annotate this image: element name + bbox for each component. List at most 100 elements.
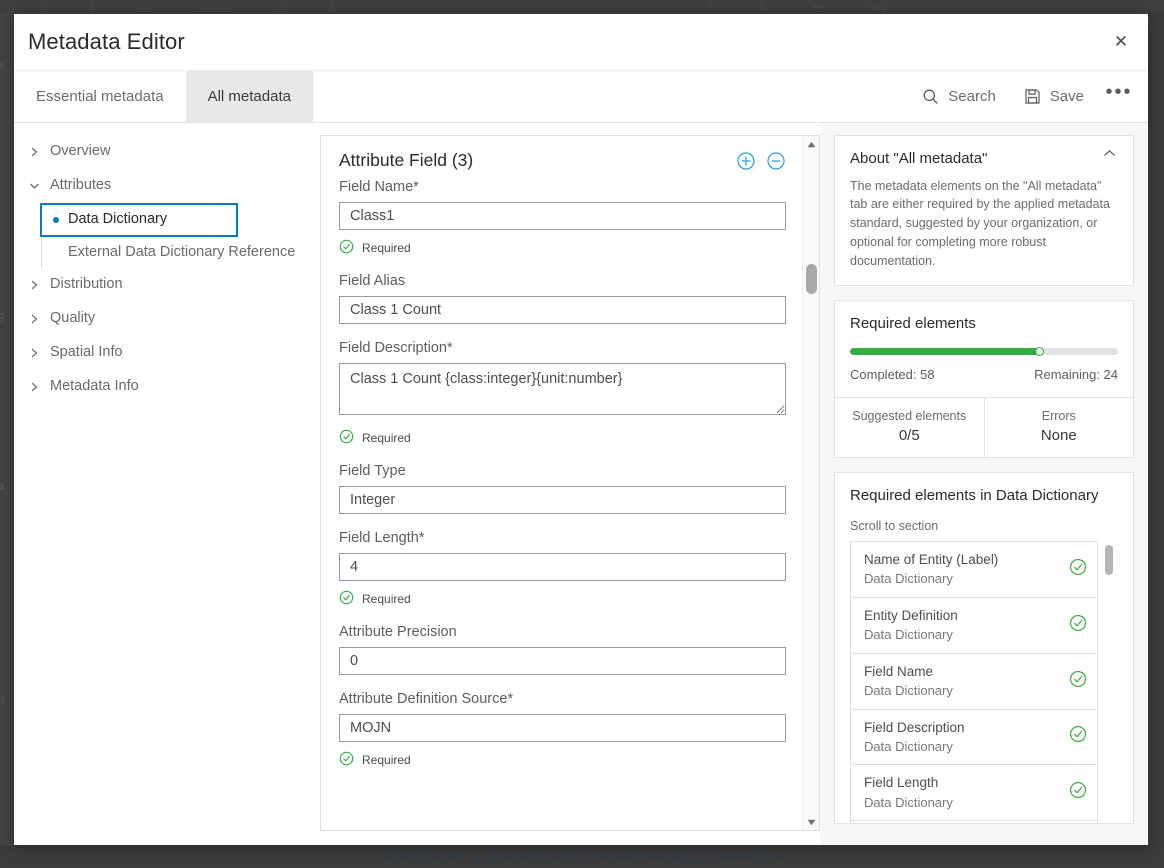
list-item-subtitle: Data Dictionary [864,683,953,698]
sidebar-item-label: Attributes [50,177,112,193]
list-item-texts: Field Name Data Dictionary [864,663,1059,700]
list-item-texts: Name of Entity (Label) Data Dictionary [864,551,1059,588]
list-item-texts: Field Length Data Dictionary [864,774,1059,811]
check-circle-icon [339,239,354,257]
stats-row: Suggested elements 0/5 Errors None [835,396,1134,457]
list-item-texts: Field Description Data Dictionary [864,719,1059,756]
circle-minus-icon[interactable] [766,151,786,171]
field-length-input[interactable] [339,553,786,581]
sidebar-item-metadata-info[interactable]: Metadata Info [14,370,310,404]
sidebar-item-data-dictionary[interactable]: Data Dictionary [40,203,238,237]
sidebar-item-label: Data Dictionary [68,211,168,227]
about-card-header: About "All metadata" [850,149,1118,169]
check-circle-icon [1069,614,1087,637]
required-status: Required [339,429,786,447]
sidebar-item-attributes[interactable]: Attributes [14,169,310,203]
sidebar-nav: Overview Attributes Data Dictionary Exte… [14,123,320,845]
field-block-attribute-precision: Attribute Precision [339,624,786,675]
sidebar-item-quality[interactable]: Quality [14,302,310,336]
required-elements-progress: Required elements Completed: 58 Remainin… [835,301,1133,397]
list-item-subtitle: Data Dictionary [864,738,953,754]
scroll-to-section-hint: Scroll to section [850,519,939,534]
form-header-actions [736,151,786,171]
ghost-item: \ [709,0,713,14]
chevron-down-icon [28,176,40,196]
required-list-scrollbar-thumb[interactable] [1105,545,1113,576]
sidebar-item-label: Quality [50,310,96,327]
footer-link-report-abuse[interactable]: Report Abuse [594,848,685,865]
progress-bar [850,346,1118,356]
required-elements-list: Name of Entity (Label) Data Dictionary E… [850,541,1098,824]
scroll-up-arrow-icon[interactable] [803,136,820,152]
check-circle-icon [339,751,354,769]
required-status: Required [339,751,786,769]
ghost-item: J [327,0,334,14]
tab-all-metadata[interactable]: All metadata [185,71,313,122]
list-item[interactable]: Field Description Data Dictionary [851,710,1097,766]
save-button[interactable]: Save [1012,81,1096,112]
list-item[interactable]: Field Length Data Dictionary [851,765,1097,822]
sidebar-item-spatial-info[interactable]: Spatial Info [14,336,310,370]
chevron-right-icon [28,275,40,295]
sidebar-item-overview[interactable]: Overview [14,135,310,169]
ghost-item: ing [870,0,887,14]
list-item[interactable]: Entity Definition Data Dictionary [851,598,1097,654]
list-item-title: Field Name [864,663,934,679]
list-item[interactable]: Name of Entity (Label) Data Dictionary [851,542,1097,599]
footer-link-contact-us[interactable]: Contact Us [708,848,782,865]
chevron-up-icon[interactable] [1101,149,1118,161]
field-label: Field Length* [339,530,425,546]
field-block-field-name: Field Name* Required [339,179,786,257]
more-options-icon[interactable]: ••• [1100,80,1138,114]
ghost-side-text: a [0,480,5,492]
attribute-definition-source-input[interactable] [339,714,786,742]
form-scrollbar[interactable] [802,136,819,830]
remaining-count: Remaining: 24 [1034,366,1118,382]
stat-errors: Errors None [983,397,1134,457]
chevron-right-icon [28,309,40,329]
sidebar-subitems-attributes: Data Dictionary External Data Dictionary… [40,203,310,269]
ghost-side-text: n [0,694,5,706]
check-circle-icon [339,429,354,447]
list-item[interactable]: Field Name Data Dictionary [851,654,1097,710]
sidebar-item-external-data-dictionary-reference[interactable]: External Data Dictionary Reference [41,237,310,269]
attribute-precision-input[interactable] [339,647,786,675]
required-label: Required [362,592,411,606]
field-block-field-alias: Field Alias [339,273,786,324]
field-label: Attribute Precision [339,624,457,640]
tab-essential-metadata[interactable]: Essential metadata [14,71,186,122]
ghost-item: | [278,0,282,14]
dialog-body: Overview Attributes Data Dictionary Exte… [14,123,1148,845]
dialog-title-bar: Metadata Editor ✕ [14,14,1148,70]
footer-link-contact-esri[interactable]: Contact Esri [488,848,570,865]
required-status: Required [339,590,786,608]
search-button[interactable]: Search [910,81,1008,112]
field-description-textarea[interactable] [339,363,786,415]
footer-links: Trust Center | Contact Esri | Report Abu… [381,848,782,865]
list-item[interactable]: Attribute Definition Source Data Diction… [851,821,1097,823]
ghost-item: — [138,0,151,14]
required-elements-title: Required elements [850,315,976,333]
circle-plus-icon[interactable] [736,151,756,171]
field-alias-input[interactable] [339,296,786,324]
stat-suggested-elements: Suggested elements 0/5 [835,398,984,457]
scroll-down-arrow-icon[interactable] [803,814,820,830]
list-item-subtitle: Data Dictionary [864,794,953,810]
field-block-field-type: Field Type [339,463,786,514]
progress-bar-knob [1035,346,1045,356]
field-label: Field Type [339,463,406,479]
field-label: Field Name* [339,179,419,195]
sidebar-item-label: Spatial Info [50,344,123,361]
ghost-item: ••• [811,0,825,14]
required-status: Required [339,239,786,257]
close-icon[interactable]: ✕ [1106,27,1136,57]
field-name-input[interactable] [339,202,786,230]
ghost-item: | [89,0,93,14]
about-card-title: About "All metadata" [850,150,988,167]
attribute-field-form-panel: Attribute Field (3) Field Name* Class1 R… [320,135,820,831]
required-list-scrollbar[interactable] [1102,541,1118,823]
sidebar-item-distribution[interactable]: Distribution [14,268,310,302]
field-type-input[interactable] [339,486,786,514]
form-scrollbar-thumb[interactable] [806,264,817,294]
footer-link-trust-center[interactable]: Trust Center [381,848,464,865]
